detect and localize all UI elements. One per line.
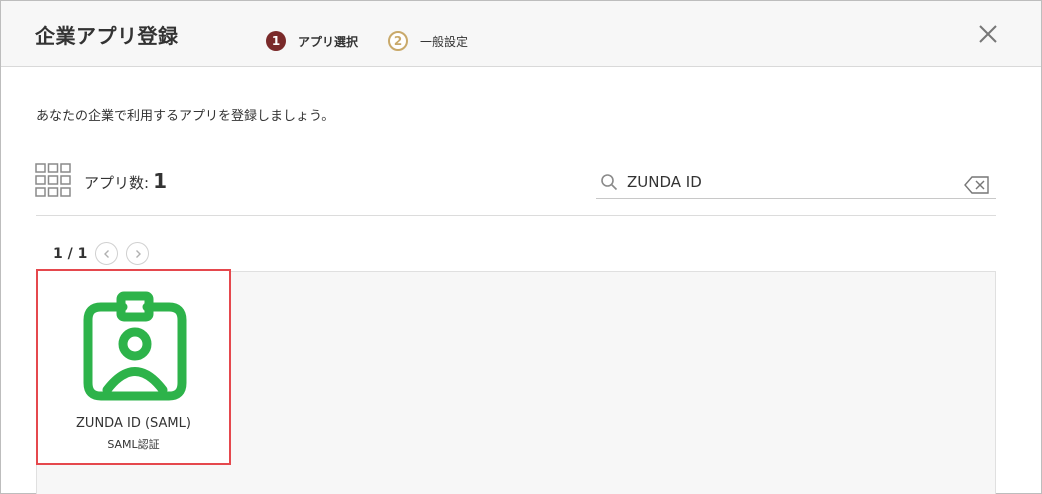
close-button[interactable]: [977, 23, 999, 45]
search-icon: [601, 174, 618, 191]
grid-view-icon: [35, 163, 71, 197]
app-count-label: アプリ数:: [84, 174, 150, 192]
page-info: 1 / 1: [53, 245, 88, 262]
app-count: アプリ数: 1: [84, 169, 167, 193]
app-card[interactable]: ZUNDA ID (SAML) SAML認証: [36, 269, 231, 465]
chevron-right-icon: [135, 249, 141, 258]
search-box: [596, 167, 996, 199]
step-label-general-settings: 一般設定: [420, 34, 469, 49]
prev-page-button[interactable]: [95, 242, 119, 265]
dialog-header: 企業アプリ登録 1 アプリ選択 2 一般設定: [1, 1, 1041, 67]
intro-text: あなたの企業で利用するアプリを登録しましょう。: [36, 109, 335, 124]
next-page-button[interactable]: [126, 242, 150, 265]
step-label-app-select: アプリ選択: [298, 34, 359, 49]
step-app-select: 1 アプリ選択: [266, 31, 358, 51]
toolbar-divider: [36, 215, 996, 216]
clear-search-icon[interactable]: [964, 176, 990, 194]
step-number-2: 2: [388, 31, 408, 51]
app-count-value: 1: [153, 169, 167, 193]
chevron-left-icon: [103, 249, 109, 258]
app-auth-type: SAML認証: [107, 438, 160, 451]
id-badge-icon: [83, 291, 187, 401]
app-name: ZUNDA ID (SAML): [76, 416, 191, 431]
dialog-title: 企業アプリ登録: [35, 24, 179, 48]
step-number-1: 1: [266, 31, 286, 51]
close-icon: [979, 25, 997, 43]
search-input[interactable]: [627, 170, 947, 194]
pagination: 1 / 1: [53, 242, 150, 265]
app-registration-dialog: 企業アプリ登録 1 アプリ選択 2 一般設定 あなたの企業で利用するアプリを登録…: [0, 0, 1042, 494]
step-general-settings: 2 一般設定: [388, 31, 468, 51]
